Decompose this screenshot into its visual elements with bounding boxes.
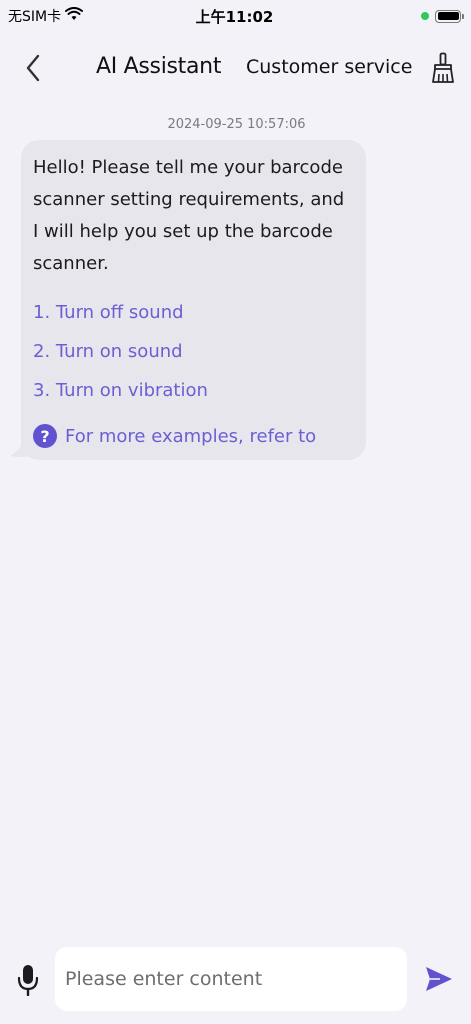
send-icon (426, 967, 452, 991)
voice-input-button[interactable] (14, 962, 42, 998)
microphone-icon (17, 965, 39, 996)
question-icon: ? (33, 424, 57, 448)
status-left: 无SIM卡 (8, 6, 158, 26)
status-right (311, 9, 464, 23)
page-title: AI Assistant (96, 54, 222, 79)
assistant-message-text: Hello! Please tell me your barcode scann… (33, 157, 345, 274)
back-button[interactable] (18, 50, 48, 86)
status-bar: 无SIM卡 上午11:02 (0, 0, 471, 32)
message-timestamp: 2024-09-25 10:57:06 (167, 117, 306, 132)
quick-option-turn-off-sound[interactable]: 1. Turn off sound (33, 300, 354, 326)
carrier-label: 无SIM卡 (8, 9, 62, 25)
wifi-icon (65, 7, 84, 25)
input-bar (0, 940, 471, 1024)
back-chevron-icon (26, 54, 40, 82)
broom-icon (432, 52, 454, 83)
battery-icon (435, 9, 464, 23)
privacy-indicator-icon (421, 12, 429, 20)
more-examples-text: For more examples, refer to (65, 425, 317, 447)
status-time: 上午11:02 (195, 7, 274, 26)
message-input[interactable] (55, 947, 407, 1011)
send-button[interactable] (424, 964, 454, 994)
nav-bar: AI Assistant Customer service (0, 40, 471, 96)
assistant-message-bubble: Hello! Please tell me your barcode scann… (21, 140, 366, 460)
more-examples-link[interactable]: ? For more examples, refer to (33, 424, 354, 448)
clear-chat-button[interactable] (426, 50, 460, 86)
quick-option-turn-on-vibration[interactable]: 3. Turn on vibration (33, 378, 354, 404)
quick-option-turn-on-sound[interactable]: 2. Turn on sound (33, 339, 354, 365)
page: 无SIM卡 上午11:02 AI Assistant Customer serv… (0, 0, 471, 1024)
customer-service-button[interactable]: Customer service (246, 56, 412, 78)
